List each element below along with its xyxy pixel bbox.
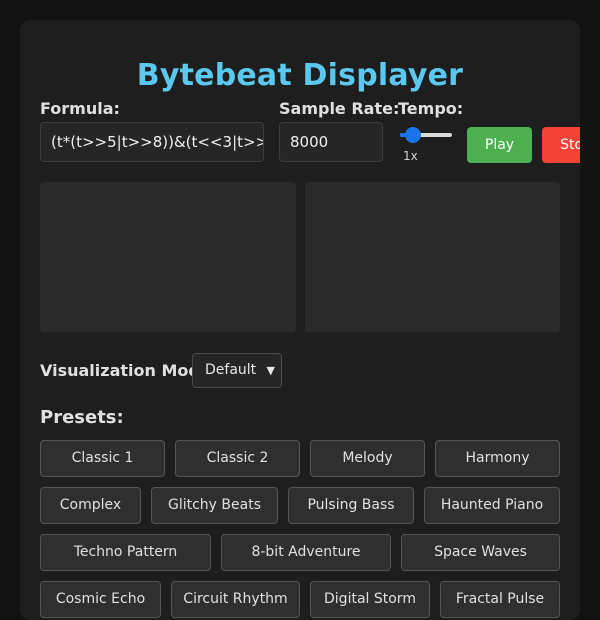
preset-button[interactable]: Space Waves [401, 534, 560, 571]
preset-button[interactable]: Glitchy Beats [151, 487, 278, 524]
preset-button[interactable]: Haunted Piano [424, 487, 560, 524]
preset-button[interactable]: Classic 2 [175, 440, 300, 477]
preset-button[interactable]: Classic 1 [40, 440, 165, 477]
tempo-label: Tempo: [398, 99, 464, 118]
presets-title: Presets: [40, 407, 124, 428]
page-title: Bytebeat Displayer [136, 58, 464, 93]
visualization-mode-label: Visualization Mode: [40, 361, 218, 380]
visualization-mode-select[interactable]: Default ▼ [192, 353, 282, 388]
formula-label: Formula: [40, 99, 120, 118]
preset-button[interactable]: Harmony [435, 440, 560, 477]
preset-button[interactable]: Melody [310, 440, 425, 477]
visualizer-canvas [305, 182, 560, 332]
sample-rate-input[interactable]: 8000 [279, 122, 383, 162]
waveform-canvas [40, 182, 296, 332]
preset-button[interactable]: Techno Pattern [40, 534, 211, 571]
sample-rate-label: Sample Rate: [279, 99, 400, 118]
play-button[interactable]: Play [467, 127, 532, 163]
preset-button[interactable]: Complex [40, 487, 141, 524]
stop-button[interactable]: Stop [542, 127, 580, 163]
preset-button[interactable]: 8-bit Adventure [221, 534, 391, 571]
formula-input[interactable]: (t*(t>>5|t>>8))&(t<<3|t>>10) [40, 122, 264, 162]
tempo-slider-thumb[interactable] [405, 127, 422, 143]
preset-button[interactable]: Pulsing Bass [288, 487, 414, 524]
tempo-value: 1x [403, 149, 418, 163]
chevron-down-icon: ▼ [266, 364, 275, 377]
visualization-mode-value: Default [205, 362, 257, 378]
main-panel: Bytebeat Displayer Formula: (t*(t>>5|t>>… [20, 20, 580, 620]
